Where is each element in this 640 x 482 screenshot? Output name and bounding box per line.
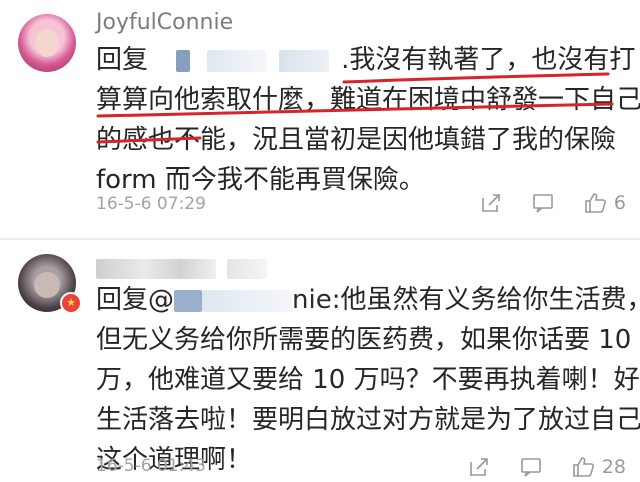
mention-tail: nie: [292, 285, 332, 315]
redacted-mention: [278, 49, 329, 72]
reply-button[interactable]: [532, 192, 554, 214]
reply-button[interactable]: [520, 456, 542, 478]
like-count: 28: [601, 456, 626, 478]
like-button[interactable]: 6: [584, 192, 626, 214]
comment-item: JoyfulConnie 回复 .我沒有執著了，也沒有打 算算向他索取什麼，難道…: [0, 0, 640, 238]
comment-icon: [533, 194, 553, 213]
timestamp: 16-5-6 01:43: [96, 456, 206, 476]
reply-prefix: 回复@: [96, 285, 175, 315]
like-icon: [585, 193, 606, 213]
comment-line-3: 万，他难道又要给 10 万吗？不要再执着喇！好好: [96, 365, 640, 395]
redacted-mention: [176, 49, 191, 72]
comment-line-2: 但无义务给你所需要的医药费，如果你话要 10: [96, 325, 632, 355]
redacted-mention: [174, 289, 203, 312]
comment-actions: 6: [450, 188, 626, 218]
username[interactable]: [96, 256, 267, 281]
comment-text: 回复 .我沒有執著了，也沒有打 算算向他索取什麼，難道在困境中舒發一下自己 的感…: [96, 40, 640, 200]
like-icon: [573, 457, 594, 477]
redacted-username: [96, 259, 216, 279]
comment-item: ★ 回复@ nie:他虽然有义务给你生活费， 但无义务给你所需要的医药费，如果你话…: [0, 240, 640, 482]
share-button[interactable]: [480, 192, 502, 214]
like-count: 6: [613, 192, 626, 214]
verified-badge-icon: ★: [60, 292, 82, 314]
username[interactable]: JoyfulConnie: [96, 10, 233, 35]
comment-line-1: .我沒有執著了，也沒有打: [341, 45, 636, 75]
redacted-username: [227, 259, 267, 279]
comment-line-2: 算算向他索取什麼，難道在困境中舒發一下自己: [96, 85, 640, 115]
comment-line-4: 生活落去啦！要明白放过对方就是为了放过自己: [96, 405, 640, 435]
comment-line-1: :他虽然有义务给你生活费，: [331, 285, 640, 315]
reply-prefix: 回复: [96, 45, 149, 75]
share-button[interactable]: [468, 456, 490, 478]
comment-text: 回复@ nie:他虽然有义务给你生活费， 但无义务给你所需要的医药费，如果你话要 …: [96, 280, 640, 480]
avatar[interactable]: [18, 14, 76, 72]
comment-line-3: 的感也不能，況且當初是因他填錯了我的保險: [96, 125, 617, 155]
like-button[interactable]: 28: [572, 456, 626, 478]
redacted-mention: [202, 289, 293, 312]
share-icon: [470, 458, 488, 476]
timestamp: 16-5-6 07:29: [96, 194, 206, 214]
redacted-mention: [206, 49, 267, 72]
comment-icon: [521, 458, 541, 477]
share-icon: [482, 194, 500, 212]
comment-actions: 28: [438, 452, 626, 482]
username-text: JoyfulConnie: [96, 10, 234, 35]
